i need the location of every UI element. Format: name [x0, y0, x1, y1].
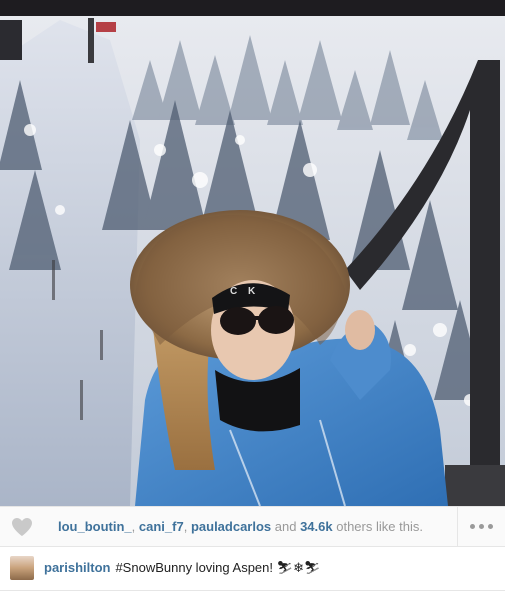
likes-count-link[interactable]: 34.6k: [300, 519, 333, 534]
instagram-post: C K lou_boutin_, cani_f7, pauladcarlos a…: [0, 0, 505, 594]
separator: ,: [183, 519, 191, 534]
liker-link[interactable]: pauladcarlos: [191, 519, 271, 534]
caption-text: parishilton #SnowBunny loving Aspen! ⛷❄⛷: [44, 560, 321, 576]
heart-icon: [12, 517, 32, 536]
liker-link[interactable]: cani_f7: [139, 519, 184, 534]
more-options-button[interactable]: [457, 506, 505, 547]
photo-illustration: [0, 0, 505, 506]
ellipsis-icon: [470, 524, 475, 529]
divider: [0, 590, 505, 591]
caption-body: #SnowBunny loving Aspen! ⛷❄⛷: [115, 560, 321, 575]
hat-logo-text: C K: [230, 286, 260, 297]
likes-summary: lou_boutin_, cani_f7, pauladcarlos and 3…: [44, 519, 457, 534]
owner-username-link[interactable]: parishilton: [44, 560, 110, 575]
caption-row: parishilton #SnowBunny loving Aspen! ⛷❄⛷: [0, 548, 505, 588]
post-photo[interactable]: C K: [0, 0, 505, 506]
separator: ,: [131, 519, 139, 534]
ellipsis-icon: [479, 524, 484, 529]
and-text: and: [271, 519, 301, 534]
ellipsis-icon: [488, 524, 493, 529]
liker-link[interactable]: lou_boutin_: [58, 519, 132, 534]
owner-avatar[interactable]: [10, 556, 34, 580]
like-button[interactable]: [0, 507, 44, 547]
likes-row: lou_boutin_, cani_f7, pauladcarlos and 3…: [0, 506, 505, 547]
likes-suffix: others like this.: [332, 519, 423, 534]
